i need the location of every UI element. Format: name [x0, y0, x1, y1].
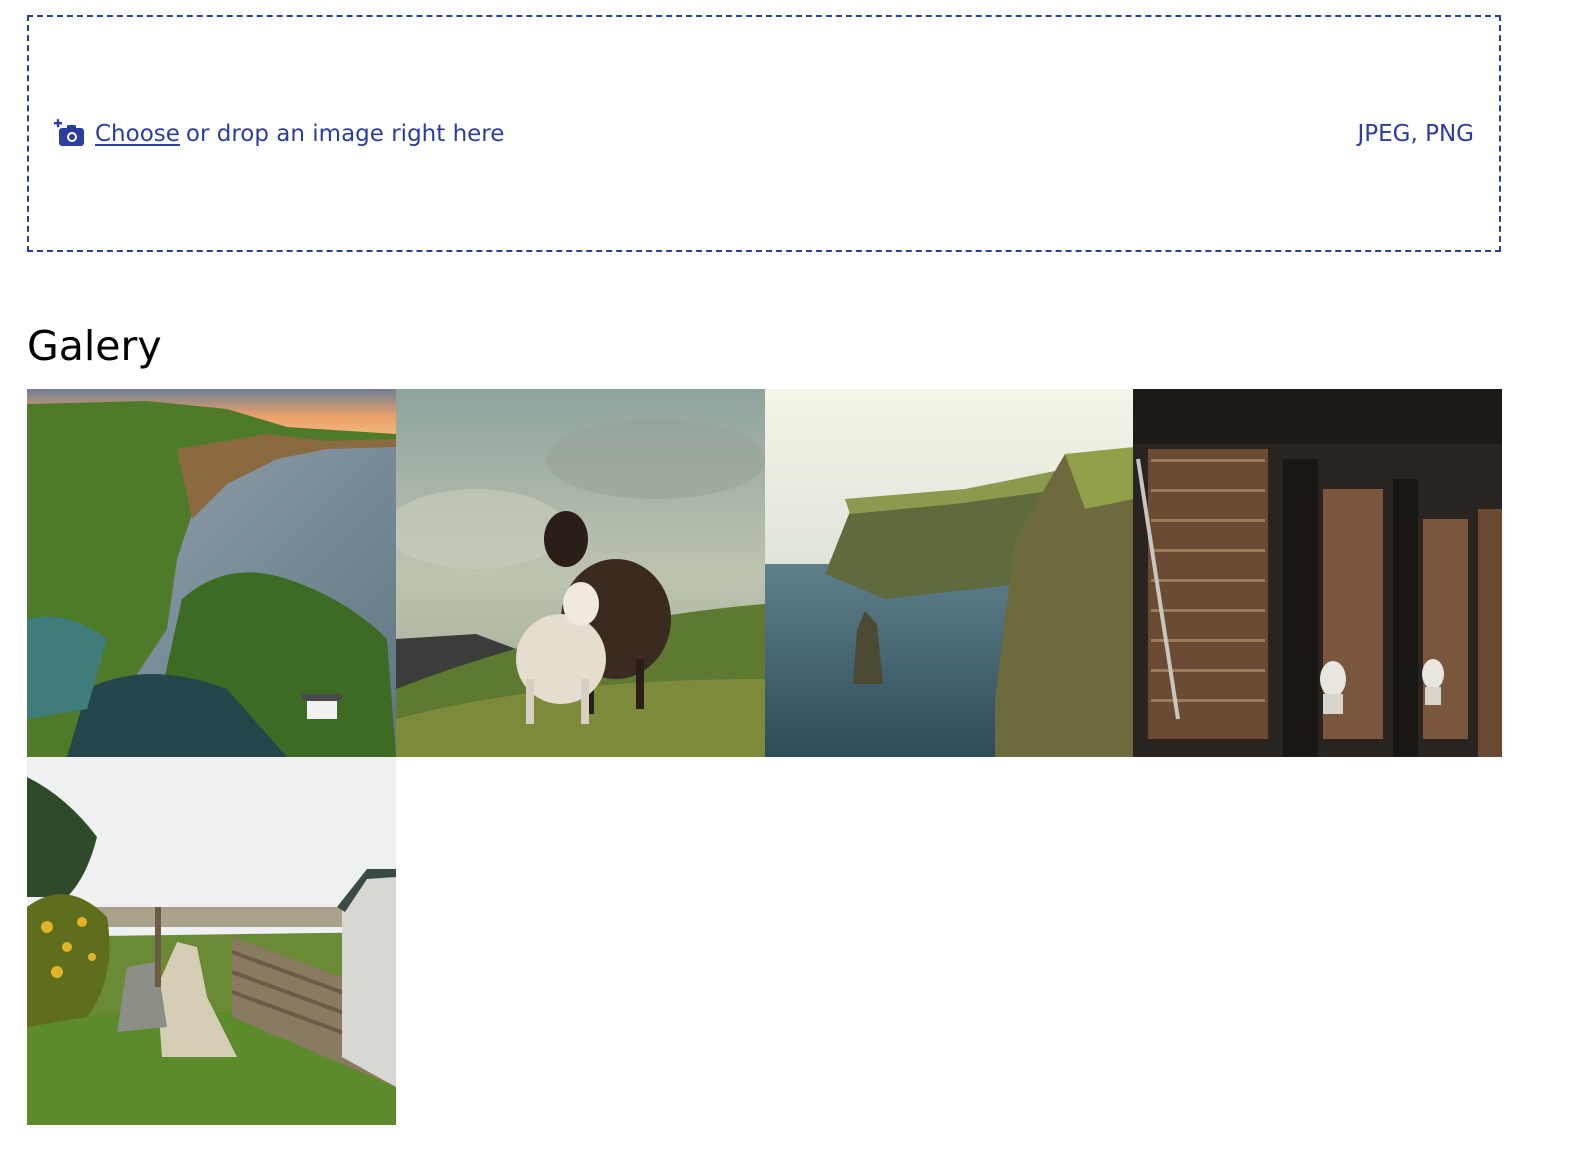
image-dropzone[interactable]: Choose or drop an image right here JPEG,… [27, 15, 1501, 252]
gallery-image-library[interactable] [1133, 389, 1502, 757]
accepted-formats: JPEG, PNG [1357, 120, 1474, 147]
add-photo-icon [54, 118, 86, 150]
gallery-image-countryside[interactable] [27, 757, 396, 1125]
dropzone-instruction: or drop an image right here [185, 120, 505, 147]
gallery-image-sheep[interactable] [396, 389, 765, 757]
gallery-title: Galery [27, 322, 162, 370]
gallery-image-coastal-cliffs[interactable] [27, 389, 396, 757]
dropzone-prompt: Choose or drop an image right here [54, 118, 504, 150]
choose-file-link[interactable]: Choose [95, 121, 180, 147]
gallery-image-sea-cliffs[interactable] [765, 389, 1134, 757]
page: Choose or drop an image right here JPEG,… [0, 0, 1583, 1155]
